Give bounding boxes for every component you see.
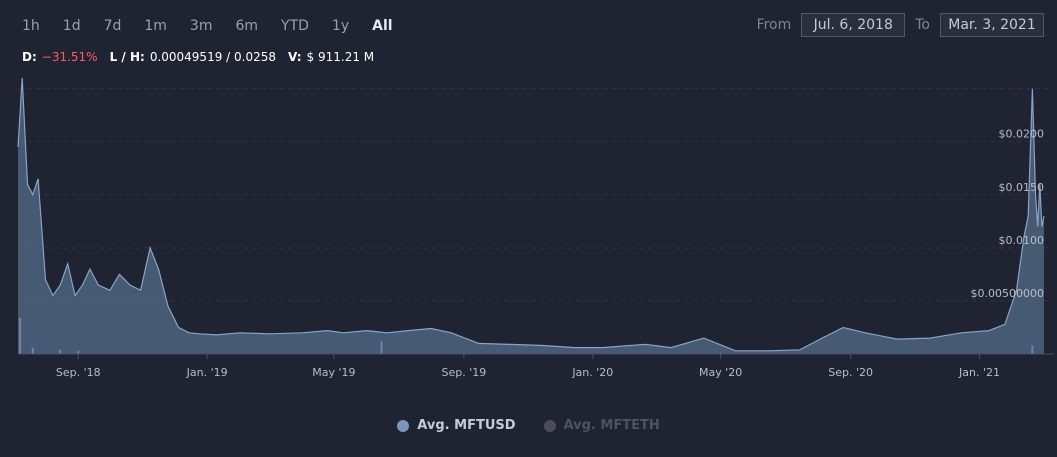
range-button-1y[interactable]: 1y bbox=[332, 18, 349, 34]
x-tick-label: May '20 bbox=[699, 366, 742, 379]
y-tick-label: $0.0200 bbox=[999, 128, 1045, 141]
volume-label: V: bbox=[288, 50, 302, 64]
range-button-all[interactable]: All bbox=[372, 18, 392, 34]
range-button-1m[interactable]: 1m bbox=[144, 18, 167, 34]
range-selector: 1h 1d 7d 1m 3m 6m YTD 1y All bbox=[22, 14, 416, 38]
volume-value: $ 911.21 M bbox=[306, 50, 375, 64]
range-button-6m[interactable]: 6m bbox=[235, 18, 258, 34]
to-label: To bbox=[915, 17, 930, 33]
x-tick-label: Sep. '19 bbox=[442, 366, 487, 379]
legend-dot-icon bbox=[543, 419, 556, 432]
x-tick-label: May '19 bbox=[312, 366, 355, 379]
from-label: From bbox=[756, 17, 792, 33]
legend-dot-icon bbox=[397, 419, 410, 432]
legend: Avg. MFTUSD Avg. MFTETH bbox=[0, 418, 1057, 433]
from-date-input[interactable]: Jul. 6, 2018 bbox=[801, 13, 906, 37]
x-tick-label: Jan. '20 bbox=[571, 366, 613, 379]
x-tick-label: Sep. '18 bbox=[56, 366, 101, 379]
series-area bbox=[18, 78, 1044, 354]
legend-label: Avg. MFTUSD bbox=[417, 418, 516, 433]
range-button-1h[interactable]: 1h bbox=[22, 18, 40, 34]
change-label: D: bbox=[22, 50, 37, 64]
y-tick-label: $0.0100 bbox=[999, 234, 1045, 247]
x-tick-label: Jan. '21 bbox=[958, 366, 1000, 379]
y-tick-label: $0.0150 bbox=[999, 181, 1045, 194]
change-value: −31.51% bbox=[41, 50, 98, 64]
to-date-input[interactable]: Mar. 3, 2021 bbox=[940, 13, 1044, 37]
range-button-1d[interactable]: 1d bbox=[63, 18, 81, 34]
legend-item[interactable]: Avg. MFTUSD bbox=[397, 418, 516, 433]
range-button-3m[interactable]: 3m bbox=[190, 18, 213, 34]
low-high-label: L / H: bbox=[109, 50, 145, 64]
x-tick-label: Jan. '19 bbox=[186, 366, 228, 379]
range-button-ytd[interactable]: YTD bbox=[281, 18, 309, 34]
low-high-value: 0.00049519 / 0.0258 bbox=[149, 50, 276, 64]
price-chart[interactable]: Sep. '18 Jan. '19 May '19 Sep. '19 Jan. '20 M… bbox=[0, 70, 1057, 390]
series-line bbox=[17, 77, 1045, 352]
x-tick-label: Sep. '20 bbox=[828, 366, 873, 379]
legend-label: Avg. MFTETH bbox=[563, 418, 660, 433]
stats-bar: D: −31.51% L / H: 0.00049519 / 0.0258 V:… bbox=[22, 50, 386, 64]
y-tick-label: $0.00500000 bbox=[971, 287, 1044, 300]
range-button-7d[interactable]: 7d bbox=[104, 18, 122, 34]
date-range-picker: From Jul. 6, 2018 To Mar. 3, 2021 bbox=[757, 13, 1044, 37]
legend-item[interactable]: Avg. MFTETH bbox=[543, 418, 660, 433]
